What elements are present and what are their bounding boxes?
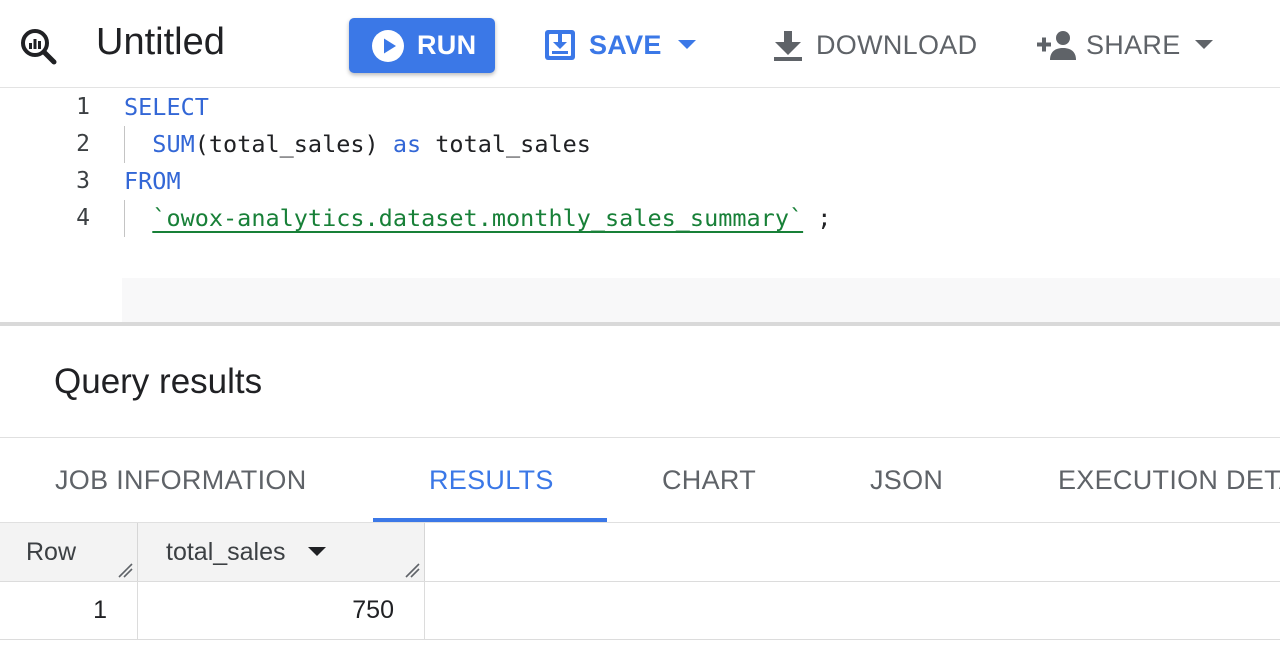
- line-number: 3: [76, 168, 90, 194]
- sql-text: (total_sales): [194, 130, 379, 158]
- run-button[interactable]: RUN: [349, 18, 495, 73]
- code-line[interactable]: SELECT: [124, 89, 209, 126]
- column-header-total-sales[interactable]: total_sales: [138, 523, 425, 581]
- column-resize-icon[interactable]: [116, 561, 134, 579]
- sql-keyword: as: [378, 130, 422, 158]
- total-sales-cell: 750: [138, 582, 425, 639]
- download-button-label: DOWNLOAD: [816, 29, 978, 60]
- tab-execution-details[interactable]: EXECUTION DETAILS: [1058, 438, 1280, 523]
- download-button[interactable]: DOWNLOAD: [772, 22, 977, 68]
- tab-json[interactable]: JSON: [870, 438, 943, 523]
- editor-code-area[interactable]: [122, 88, 1280, 278]
- line-number: 4: [76, 205, 90, 231]
- table-reference-link[interactable]: `owox-analytics.dataset.monthly_sales_su…: [152, 204, 803, 232]
- tab-chart[interactable]: CHART: [662, 438, 756, 523]
- sql-editor[interactable]: 1 2 3 4 SELECT SUM(total_sales) as total…: [0, 88, 1280, 324]
- save-icon: [545, 30, 575, 60]
- tab-job-information[interactable]: JOB INFORMATION: [55, 438, 307, 523]
- editor-resize-handle[interactable]: [0, 322, 1280, 326]
- column-header-label: Row: [26, 537, 77, 566]
- download-icon: [774, 31, 802, 61]
- column-resize-icon[interactable]: [403, 561, 421, 579]
- table-row: 1 750: [0, 582, 1280, 639]
- arrow-drop-down-icon: [677, 40, 696, 49]
- column-header-row: Row: [0, 523, 138, 581]
- arrow-drop-down-icon[interactable]: [307, 547, 326, 557]
- code-line[interactable]: `owox-analytics.dataset.monthly_sales_su…: [124, 200, 831, 237]
- query-toolbar: Untitled RUN SAVE DOWNLOAD SHARE: [0, 0, 1280, 88]
- arrow-drop-down-icon: [1194, 40, 1213, 49]
- divider: [0, 639, 1280, 640]
- bigquery-search-icon: [21, 29, 57, 65]
- save-button[interactable]: SAVE: [543, 22, 696, 68]
- sql-text: total_sales: [421, 130, 591, 158]
- line-number: 1: [76, 94, 90, 120]
- share-button-label: SHARE: [1086, 29, 1181, 60]
- sql-text: ;: [803, 204, 832, 232]
- person-add-icon: [1037, 31, 1076, 60]
- query-title[interactable]: Untitled: [96, 20, 225, 64]
- run-button-label: RUN: [417, 30, 477, 60]
- play-circle-icon: [372, 29, 404, 62]
- share-button[interactable]: SHARE: [1036, 22, 1213, 68]
- results-table: Row total_sales 1 750: [0, 523, 1280, 670]
- results-heading: Query results: [54, 362, 263, 401]
- results-tabs: JOB INFORMATION RESULTS CHART JSON EXECU…: [0, 438, 1280, 523]
- save-button-label: SAVE: [589, 29, 662, 60]
- column-header-label: total_sales: [166, 537, 286, 566]
- row-number-cell: 1: [0, 582, 138, 639]
- table-header: Row total_sales: [0, 523, 1280, 581]
- code-line[interactable]: SUM(total_sales) as total_sales: [124, 126, 591, 163]
- sql-keyword: FROM: [124, 167, 181, 195]
- line-number: 2: [76, 131, 90, 157]
- code-line[interactable]: FROM: [124, 163, 181, 200]
- tab-results[interactable]: RESULTS: [429, 438, 554, 523]
- sql-keyword: SELECT: [124, 93, 209, 121]
- sql-function: SUM: [152, 130, 195, 158]
